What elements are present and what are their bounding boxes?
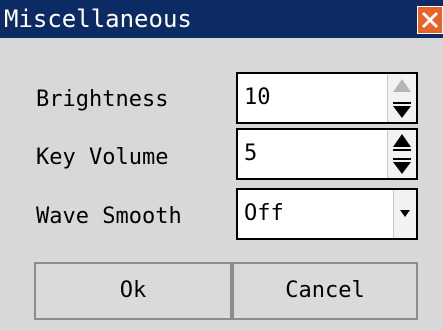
brightness-increase-button[interactable] (388, 74, 416, 98)
miscellaneous-dialog: Miscellaneous Brightness 10 Key Volume 5… (0, 0, 443, 330)
chevron-down-icon (400, 210, 410, 217)
brightness-value[interactable]: 10 (244, 84, 271, 112)
cancel-button[interactable]: Cancel (232, 262, 418, 320)
key-volume-label: Key Volume (36, 145, 169, 170)
close-button[interactable] (417, 6, 443, 34)
key-volume-increase-button[interactable] (388, 130, 416, 154)
arrow-up-icon (393, 134, 411, 151)
wave-smooth-dropdown-button[interactable] (393, 190, 416, 238)
ok-button[interactable]: Ok (34, 262, 232, 320)
wave-smooth-label: Wave Smooth (36, 204, 182, 229)
arrow-up-icon (393, 79, 411, 92)
dialog-title: Miscellaneous (4, 5, 192, 33)
brightness-spinner[interactable] (387, 74, 416, 122)
key-volume-decrease-button[interactable] (388, 154, 416, 178)
arrow-down-icon (393, 158, 411, 174)
wave-smooth-select[interactable]: Off (236, 188, 418, 240)
wave-smooth-value[interactable]: Off (244, 200, 284, 228)
close-icon (421, 11, 439, 29)
brightness-label: Brightness (36, 87, 169, 112)
key-volume-value[interactable]: 5 (244, 140, 257, 168)
key-volume-spinner[interactable] (387, 130, 416, 178)
brightness-field[interactable]: 10 (236, 72, 418, 124)
brightness-decrease-button[interactable] (388, 98, 416, 122)
title-bar: Miscellaneous (0, 0, 443, 38)
arrow-down-icon (393, 102, 411, 118)
key-volume-field[interactable]: 5 (236, 128, 418, 180)
